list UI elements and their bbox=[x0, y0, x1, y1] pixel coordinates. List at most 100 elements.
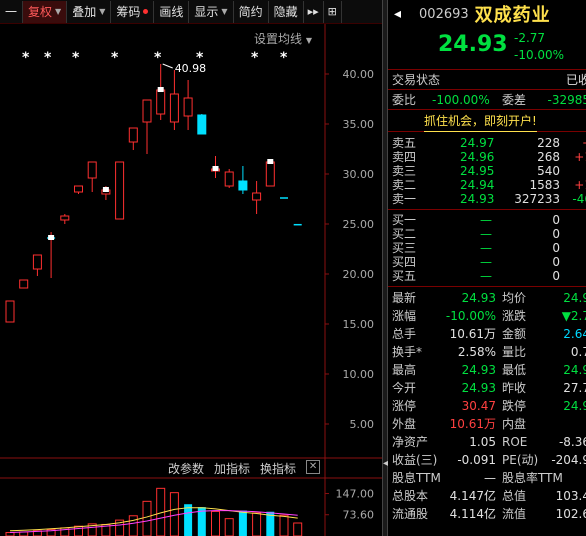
quote-panel: ◂ 002693 双成药业 24.93 -2.77 -10.00% 交易状态 已… bbox=[388, 0, 586, 536]
quote-label: 均价 bbox=[502, 291, 527, 305]
buy-order-row[interactable]: 买三 — 0 bbox=[388, 241, 586, 255]
quote-value: 24.93 bbox=[461, 291, 496, 305]
candle-marker bbox=[267, 159, 274, 164]
order-volume: 1583 bbox=[529, 178, 560, 192]
volume-bar bbox=[74, 525, 83, 536]
quote-label: 内盘 bbox=[502, 417, 527, 431]
quote-value: -8.36 bbox=[558, 435, 586, 449]
open-account-link[interactable]: 抓住机会，即刻开户! bbox=[424, 111, 537, 132]
volume-tick-label: 147.00 bbox=[336, 488, 375, 501]
order-level-label: 卖一 bbox=[392, 192, 417, 206]
y-tick-label: 35.00 bbox=[343, 118, 375, 131]
toolbar-item-label: 画线 bbox=[159, 4, 184, 19]
quote-label: 收益(三) bbox=[392, 453, 438, 467]
trade-status-label: 交易状态 bbox=[392, 73, 441, 87]
quote-value: 24.93 bbox=[461, 381, 496, 395]
y-tick-label: 15.00 bbox=[343, 318, 375, 331]
stock-header: ◂ 002693 双成药业 bbox=[388, 0, 586, 28]
quote-label: 最低 bbox=[502, 363, 527, 377]
signal-marker: * bbox=[111, 50, 119, 66]
quote-value: 2.58% bbox=[457, 345, 496, 359]
volume-tick-label: 73.60 bbox=[343, 509, 375, 522]
notification-dot-icon bbox=[143, 9, 149, 14]
volume-bar bbox=[238, 510, 247, 536]
switch-indicator-button[interactable]: 换指标 bbox=[260, 460, 296, 477]
quote-value: 1.05 bbox=[469, 435, 496, 449]
signal-marker: * bbox=[280, 50, 288, 66]
buy-order-row[interactable]: 买二 — 0 bbox=[388, 227, 586, 241]
signal-marker: * bbox=[44, 50, 52, 66]
toolbar-item-8[interactable]: ▸▸ bbox=[304, 0, 324, 23]
quote-value: 4.147亿 bbox=[449, 489, 496, 503]
candle-body bbox=[74, 185, 83, 193]
toolbar-item-4[interactable]: 画线 bbox=[154, 0, 190, 23]
toolbar-item-7[interactable]: 隐藏 bbox=[269, 0, 304, 23]
settings-ma-label: 设置均线 bbox=[254, 32, 303, 46]
volume-bar bbox=[293, 522, 303, 536]
signal-marker: * bbox=[72, 50, 80, 66]
candle-body bbox=[60, 215, 70, 221]
order-price: — bbox=[480, 213, 492, 227]
volume-bar bbox=[279, 514, 289, 536]
open-account-banner[interactable]: 抓住机会，即刻开户! bbox=[388, 110, 586, 132]
candle-body bbox=[128, 127, 138, 143]
order-price: — bbox=[480, 227, 492, 241]
add-indicator-button[interactable]: 加指标 bbox=[214, 460, 250, 477]
sell-order-row[interactable]: 卖一 24.93 327233 -46 bbox=[388, 192, 586, 206]
quote-row: 最高 24.93 最低 24.9 bbox=[388, 361, 586, 379]
signal-marker: * bbox=[22, 50, 30, 66]
price-summary: 24.93 -2.77 -10.00% bbox=[388, 28, 586, 70]
chevron-down-icon: ▼ bbox=[305, 36, 312, 45]
order-level-label: 卖三 bbox=[392, 164, 417, 178]
toolbar-item-5[interactable]: 显示 ▼ bbox=[189, 0, 234, 23]
order-level-label: 卖二 bbox=[392, 178, 417, 192]
order-volume: 540 bbox=[537, 164, 560, 178]
prev-stock-icon[interactable]: ◂ bbox=[394, 6, 401, 22]
order-change: +1 bbox=[574, 178, 586, 192]
toolbar-item-9[interactable]: ⊞ bbox=[324, 0, 342, 23]
order-price: 24.93 bbox=[460, 192, 495, 206]
toolbar-item-0[interactable]: 一 bbox=[0, 0, 24, 23]
candle-body bbox=[252, 192, 262, 201]
toolbar-item-1[interactable]: 复权 ▼ bbox=[23, 0, 68, 23]
order-level-label: 买一 bbox=[392, 213, 417, 227]
quote-value: 2.64 bbox=[563, 327, 586, 341]
toolbar-item-label: ⊞ bbox=[327, 4, 337, 18]
edit-params-button[interactable]: 改参数 bbox=[168, 460, 204, 477]
buy-order-row[interactable]: 买一 — 0 bbox=[388, 213, 586, 227]
quote-label: 总手 bbox=[392, 327, 417, 341]
order-price: 24.97 bbox=[460, 136, 495, 150]
order-volume: 228 bbox=[537, 136, 560, 150]
quote-label: 外盘 bbox=[392, 417, 417, 431]
weibi-label: 委比 bbox=[392, 93, 417, 107]
order-price: 24.95 bbox=[460, 164, 495, 178]
close-icon[interactable]: ✕ bbox=[306, 460, 321, 474]
chevron-down-icon: ▼ bbox=[99, 6, 106, 16]
candle-body bbox=[156, 89, 166, 115]
toolbar-item-2[interactable]: 叠加 ▼ bbox=[67, 0, 112, 23]
quote-value: 10.61万 bbox=[449, 327, 496, 341]
order-volume: 0 bbox=[552, 269, 560, 283]
kline-chart[interactable]: 40.00 35.00 30.00 25.00 20.00 15.00 10.00 5.00 *… bbox=[0, 24, 382, 536]
quote-value: 24.9 bbox=[563, 363, 586, 377]
toolbar-item-label: 一 bbox=[5, 4, 18, 19]
toolbar-item-6[interactable]: 简约 bbox=[234, 0, 269, 23]
buy-order-row[interactable]: 买四 — 0 bbox=[388, 255, 586, 269]
candle-body bbox=[169, 93, 179, 123]
toolbar-item-label: 叠加 bbox=[72, 4, 97, 19]
sell-order-row[interactable]: 卖五 24.97 228 + bbox=[388, 136, 586, 150]
candle-marker bbox=[212, 166, 219, 171]
sell-order-row[interactable]: 卖二 24.94 1583 +1 bbox=[388, 178, 586, 192]
settings-ma-button[interactable]: 设置均线 ▼ bbox=[254, 30, 312, 47]
buy-order-row[interactable]: 买五 — 0 bbox=[388, 269, 586, 283]
max-marker-label: 40.98 bbox=[175, 62, 207, 75]
sell-order-row[interactable]: 卖四 24.96 268 +1 bbox=[388, 150, 586, 164]
quote-value: 4.114亿 bbox=[449, 507, 496, 521]
candle-body bbox=[115, 161, 125, 220]
order-change: -46 bbox=[572, 192, 586, 206]
toolbar-item-3[interactable]: 筹码 bbox=[111, 0, 155, 23]
volume-bar bbox=[5, 532, 15, 536]
sell-order-row[interactable]: 卖三24.95540- bbox=[388, 164, 586, 178]
order-level-label: 买四 bbox=[392, 255, 417, 269]
chart-toolbar: 一复权 ▼ 叠加 ▼ 筹码 画线 显示 ▼ 简约 隐藏 ▸▸ ⊞ bbox=[0, 0, 382, 24]
